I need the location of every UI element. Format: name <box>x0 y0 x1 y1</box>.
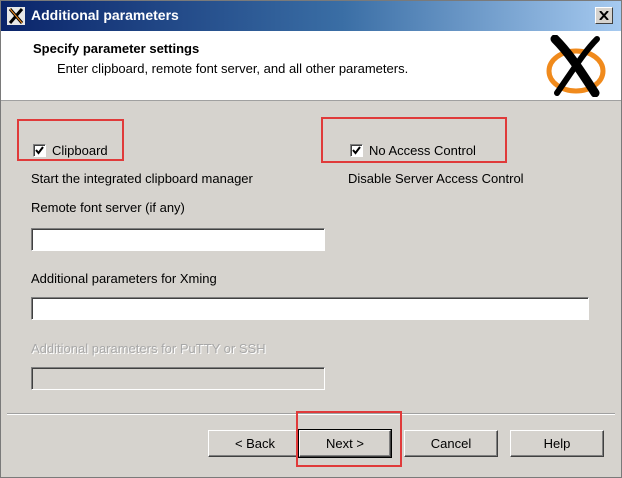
checkmark-icon <box>352 146 361 155</box>
dialog-window: Additional parameters Specify parameter … <box>0 0 622 478</box>
checkmark-icon <box>35 146 44 155</box>
access-control-checkbox[interactable] <box>350 144 363 157</box>
clipboard-label: Clipboard <box>52 143 108 158</box>
close-button[interactable] <box>595 7 613 24</box>
wizard-header: Specify parameter settings Enter clipboa… <box>1 31 621 101</box>
xming-app-icon <box>7 7 25 25</box>
access-control-checkbox-row[interactable]: No Access Control <box>350 143 476 158</box>
putty-params-input <box>31 367 325 390</box>
header-subtitle: Enter clipboard, remote font server, and… <box>57 61 409 76</box>
clipboard-checkbox-row[interactable]: Clipboard <box>33 143 108 158</box>
font-server-label: Remote font server (if any) <box>31 200 185 215</box>
putty-params-label: Additional parameters for PuTTY or SSH <box>31 341 266 356</box>
xming-params-label: Additional parameters for Xming <box>31 271 217 286</box>
clipboard-checkbox[interactable] <box>33 144 46 157</box>
clipboard-description: Start the integrated clipboard manager <box>31 171 253 186</box>
xming-logo-icon <box>546 35 606 97</box>
access-control-description: Disable Server Access Control <box>348 171 524 186</box>
font-server-input[interactable] <box>31 228 325 251</box>
next-button[interactable]: Next > <box>298 429 392 458</box>
help-button[interactable]: Help <box>510 430 604 457</box>
back-button[interactable]: < Back <box>208 430 302 457</box>
cancel-button[interactable]: Cancel <box>404 430 498 457</box>
close-icon <box>599 10 609 21</box>
header-title: Specify parameter settings <box>33 41 200 56</box>
window-title: Additional parameters <box>31 7 179 23</box>
access-control-label: No Access Control <box>369 143 476 158</box>
title-bar[interactable]: Additional parameters <box>1 1 621 31</box>
xming-params-input[interactable] <box>31 297 589 320</box>
